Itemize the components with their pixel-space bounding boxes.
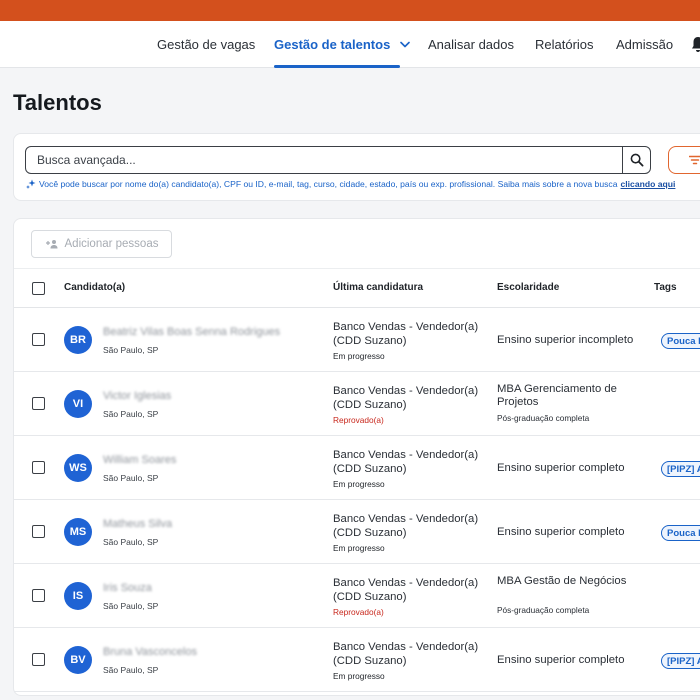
candidate-name[interactable]: Victor Iglesias xyxy=(103,390,171,402)
row-checkbox[interactable] xyxy=(32,589,45,602)
main-navigation: Gestão de vagas Gestão de talentos Anali… xyxy=(0,21,700,68)
search-hint-text: Você pode buscar por nome do(a) candidat… xyxy=(39,179,618,189)
candidate-location: São Paulo, SP xyxy=(103,409,159,419)
add-people-button[interactable]: Adicionar pessoas xyxy=(31,230,172,258)
talents-table: Adicionar pessoas Candidato(a) Última ca… xyxy=(13,218,700,696)
avatar[interactable]: VI xyxy=(64,390,92,418)
active-tab-indicator xyxy=(274,65,400,68)
row-checkbox[interactable] xyxy=(32,525,45,538)
column-header-candidate[interactable]: Candidato(a) xyxy=(64,282,125,293)
candidate-name[interactable]: William Soares xyxy=(103,454,176,466)
candidate-location: São Paulo, SP xyxy=(103,601,159,611)
application-status: Reprovado(a) xyxy=(333,607,384,617)
search-hint: Você pode buscar por nome do(a) candidat… xyxy=(26,179,675,189)
candidate-tag[interactable]: [PIPZ] A xyxy=(661,461,700,477)
sparkle-icon xyxy=(26,179,36,189)
last-application-job[interactable]: Banco Vendas - Vendedor(a) (CDD Suzano) xyxy=(333,384,493,412)
candidate-name[interactable]: Beatriz Vilas Boas Senna Rodrigues xyxy=(103,326,280,338)
candidate-tag[interactable]: Pouca E xyxy=(661,525,700,541)
candidate-tag[interactable]: [PIPZ] A xyxy=(661,653,700,669)
top-accent-bar xyxy=(0,0,700,21)
nav-item-relatorios[interactable]: Relatórios xyxy=(535,21,594,68)
search-input[interactable] xyxy=(26,147,622,173)
add-users-icon xyxy=(45,239,59,249)
nav-item-admissao[interactable]: Admissão xyxy=(616,21,673,68)
education-level: Ensino superior completo xyxy=(497,654,625,666)
candidate-tag[interactable]: Pouca E xyxy=(661,333,700,349)
nav-item-gestao-de-vagas[interactable]: Gestão de vagas xyxy=(157,21,255,68)
candidate-name[interactable]: Iris Souza xyxy=(103,582,152,594)
nav-item-gestao-de-talentos[interactable]: Gestão de talentos xyxy=(274,21,411,68)
application-status: Em progresso xyxy=(333,671,385,681)
search-panel: Você pode buscar por nome do(a) candidat… xyxy=(13,133,700,201)
column-header-tags[interactable]: Tags xyxy=(654,282,677,293)
avatar[interactable]: BR xyxy=(64,326,92,354)
filter-icon xyxy=(689,155,700,165)
education-level: MBA Gerenciamento de Projetos xyxy=(497,383,617,408)
nav-item-label: Gestão de talentos xyxy=(274,37,391,52)
avatar[interactable]: IS xyxy=(64,582,92,610)
nav-item-label: Gestão de vagas xyxy=(157,37,256,52)
bell-icon[interactable] xyxy=(691,36,700,58)
avatar[interactable]: WS xyxy=(64,454,92,482)
page-title: Talentos xyxy=(13,90,102,115)
filter-button[interactable] xyxy=(668,146,700,174)
last-application-job[interactable]: Banco Vendas - Vendedor(a) (CDD Suzano) xyxy=(333,640,493,668)
table-row[interactable]: VI Victor Iglesias São Paulo, SP Banco Vend… xyxy=(14,372,700,436)
candidate-location: São Paulo, SP xyxy=(103,473,159,483)
table-row[interactable]: MS Matheus Silva São Paulo, SP Banco Vendas… xyxy=(14,500,700,564)
application-status: Em progresso xyxy=(333,543,385,553)
application-status: Em progresso xyxy=(333,351,385,361)
row-checkbox[interactable] xyxy=(32,461,45,474)
table-row[interactable]: IS Iris Souza São Paulo, SP Banco Vendas - … xyxy=(14,564,700,628)
nav-item-label: Analisar dados xyxy=(428,37,514,52)
column-header-education[interactable]: Escolaridade xyxy=(497,282,559,293)
avatar[interactable]: BV xyxy=(64,646,92,674)
table-row[interactable]: BR Beatriz Vilas Boas Senna Rodrigues São … xyxy=(14,308,700,372)
nav-item-label: Admissão xyxy=(616,37,674,52)
candidate-location: São Paulo, SP xyxy=(103,537,159,547)
education-detail: Pós-graduação completa xyxy=(497,605,590,615)
row-checkbox[interactable] xyxy=(32,333,45,346)
column-header-last-application[interactable]: Última candidatura xyxy=(333,282,423,293)
row-checkbox[interactable] xyxy=(32,653,45,666)
education-level: MBA Gestão de Negócios xyxy=(497,575,627,587)
nav-item-analisar-dados[interactable]: Analisar dados xyxy=(428,21,514,68)
application-status: Reprovado(a) xyxy=(333,415,384,425)
education-level: Ensino superior incompleto xyxy=(497,334,634,346)
table-header: Candidato(a) Última candidatura Escolari… xyxy=(14,268,700,308)
add-people-label: Adicionar pessoas xyxy=(64,238,159,250)
last-application-job[interactable]: Banco Vendas - Vendedor(a) (CDD Suzano) xyxy=(333,512,493,540)
last-application-job[interactable]: Banco Vendas - Vendedor(a) (CDD Suzano) xyxy=(333,448,493,476)
search-button[interactable] xyxy=(622,147,650,173)
last-application-job[interactable]: Banco Vendas - Vendedor(a) (CDD Suzano) xyxy=(333,320,493,348)
education-detail: Pós-graduação completa xyxy=(497,413,590,423)
nav-item-label: Relatórios xyxy=(535,37,594,52)
application-status: Em progresso xyxy=(333,479,385,489)
education-level: Ensino superior completo xyxy=(497,462,625,474)
education-level: Ensino superior completo xyxy=(497,526,625,538)
row-checkbox[interactable] xyxy=(32,397,45,410)
last-application-job[interactable]: Banco Vendas - Vendedor(a) (CDD Suzano) xyxy=(333,576,493,604)
candidate-location: São Paulo, SP xyxy=(103,345,159,355)
candidate-name[interactable]: Bruna Vasconcelos xyxy=(103,646,197,658)
avatar[interactable]: MS xyxy=(64,518,92,546)
search-box xyxy=(25,146,651,174)
table-row[interactable]: WS William Soares São Paulo, SP Banco Venda… xyxy=(14,436,700,500)
search-icon xyxy=(630,153,643,167)
learn-more-link[interactable]: clicando aqui xyxy=(621,179,676,189)
candidate-location: São Paulo, SP xyxy=(103,665,159,675)
select-all-checkbox[interactable] xyxy=(32,282,45,295)
candidate-name[interactable]: Matheus Silva xyxy=(103,518,172,530)
table-row[interactable]: BV Bruna Vasconcelos São Paulo, SP Banco Ve… xyxy=(14,628,700,692)
chevron-down-icon[interactable] xyxy=(400,41,411,48)
